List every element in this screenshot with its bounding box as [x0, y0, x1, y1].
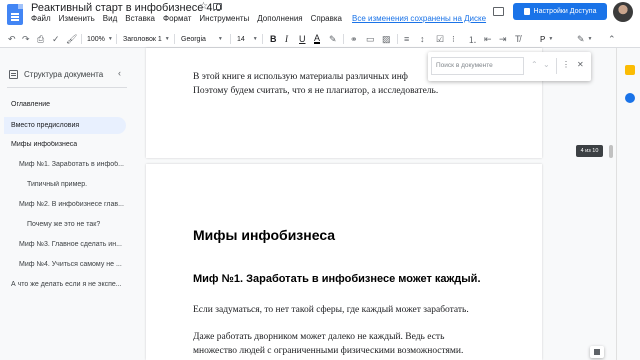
spellcheck-icon[interactable]: ✓	[52, 33, 60, 45]
keep-icon[interactable]	[625, 65, 635, 75]
chevron-down-icon: ▼	[217, 36, 223, 42]
style-select[interactable]: Заголовок 1 ▼	[123, 33, 170, 45]
outline-header: Структура документа	[9, 70, 103, 79]
chevron-down-icon: ▼	[252, 36, 258, 42]
highlight-icon[interactable]: ✎	[329, 33, 337, 45]
find-dialog: Поиск в документе ⌃ ⌄ ⋮ ✕	[428, 52, 591, 81]
input-tools-select[interactable]: Р ▼	[540, 33, 553, 45]
clear-format-icon[interactable]: T̸	[515, 33, 521, 45]
redo-icon[interactable]: ↷	[22, 33, 30, 45]
edit-mode-icon[interactable]: ✎ ▼	[577, 33, 593, 45]
heading-2: Миф №1. Заработать в инфобизнесе может к…	[193, 273, 481, 285]
print-icon[interactable]: ⎙	[37, 33, 44, 45]
collapse-toolbar-icon[interactable]: ⌃	[608, 33, 616, 45]
share-button[interactable]: Настройки Доступа	[513, 3, 607, 20]
heading-1: Мифы инфобизнеса	[193, 227, 336, 243]
chevron-down-icon: ▼	[548, 36, 554, 42]
zoom-select[interactable]: 100% ▼	[87, 33, 113, 45]
menu-bar: Файл Изменить Вид Вставка Формат Инструм…	[31, 14, 494, 26]
chevron-down-icon: ▼	[107, 36, 113, 42]
menu-addons[interactable]: Дополнения	[257, 14, 302, 26]
indent-more-icon[interactable]: ⇥	[499, 33, 507, 45]
paragraph: Если задуматься, то нет такой сферы, где…	[193, 305, 469, 315]
outline-item[interactable]: Типичный пример.	[27, 181, 125, 188]
outline-item[interactable]: Почему же это не так?	[27, 221, 125, 228]
line-spacing-icon[interactable]: ↕	[420, 33, 425, 45]
menu-format[interactable]: Формат	[163, 14, 191, 26]
menu-view[interactable]: Вид	[103, 14, 117, 26]
checklist-icon[interactable]: ☑	[436, 33, 444, 45]
explore-icon[interactable]	[590, 346, 604, 358]
comment-icon[interactable]: ▭	[366, 33, 375, 45]
find-input[interactable]: Поиск в документе	[431, 57, 524, 75]
share-button-label: Настройки Доступа	[533, 8, 597, 15]
text-color-icon[interactable]: A	[314, 33, 321, 44]
underline-icon[interactable]: U	[299, 33, 306, 45]
bullets-icon[interactable]: ⁝	[452, 33, 455, 45]
find-previous-icon[interactable]: ⌃	[531, 60, 538, 69]
italic-icon[interactable]: I	[285, 33, 288, 45]
outline-item-active[interactable]: Вместо предисловия	[4, 117, 126, 134]
outline-item[interactable]: Миф №4. Учиться самому не ...	[19, 261, 125, 268]
document-outline-panel: Структура документа ‹ Оглавление Вместо …	[0, 48, 134, 360]
undo-icon[interactable]: ↶	[8, 33, 16, 45]
menu-tools[interactable]: Инструменты	[199, 14, 249, 26]
chevron-down-icon: ▼	[164, 36, 170, 42]
menu-file[interactable]: Файл	[31, 14, 51, 26]
image-icon[interactable]: ▨	[382, 33, 391, 45]
avatar[interactable]	[613, 2, 633, 22]
outline-item[interactable]: Миф №3. Главное сделать ин...	[19, 241, 125, 248]
more-options-icon[interactable]: ⋮	[562, 60, 570, 69]
paragraph-line: Поэтому будем считать, что я не плагиато…	[193, 86, 439, 96]
find-next-icon[interactable]: ⌄	[543, 60, 550, 69]
font-size-select[interactable]: 14 ▼	[237, 33, 258, 45]
menu-edit[interactable]: Изменить	[59, 14, 95, 26]
align-icon[interactable]: ≡	[404, 33, 409, 45]
document-title[interactable]: Реактивный старт в инфобизнесе 4.0	[31, 2, 222, 14]
outline-item[interactable]: Мифы инфобизнеса	[11, 141, 77, 148]
outline-item[interactable]: Миф №1. Заработать в инфоб...	[19, 161, 125, 168]
document-page[interactable]: Мифы инфобизнеса Миф №1. Заработать в ин…	[146, 164, 542, 360]
page-indicator: 4 из 10	[576, 145, 603, 157]
numbering-icon[interactable]: ⒈	[468, 33, 477, 45]
comment-history-icon[interactable]	[493, 7, 504, 16]
close-outline-icon[interactable]: ‹	[118, 68, 121, 78]
outline-item[interactable]: А что же делать если я не экспе...	[11, 281, 125, 288]
lock-icon	[523, 8, 530, 15]
star-icon[interactable]: ☆	[199, 1, 208, 12]
indent-less-icon[interactable]: ⇤	[484, 33, 492, 45]
font-select[interactable]: Georgia ▼	[181, 33, 223, 45]
outline-item[interactable]: Оглавление	[11, 101, 50, 108]
paint-format-icon[interactable]: 🖌	[66, 33, 77, 45]
side-panel	[616, 48, 640, 360]
docs-logo-icon[interactable]	[7, 4, 23, 25]
paragraph-line: В этой книге я использую материалы разли…	[193, 72, 408, 82]
paragraph-line: множество людей с ограниченными физическ…	[193, 346, 464, 356]
saved-status-link[interactable]: Все изменения сохранены на Диске	[352, 14, 486, 26]
tasks-icon[interactable]	[625, 93, 635, 103]
outline-icon	[9, 70, 18, 79]
move-folder-icon[interactable]	[213, 3, 222, 10]
bold-icon[interactable]: B	[270, 33, 277, 45]
menu-insert[interactable]: Вставка	[125, 14, 155, 26]
paragraph-line: Даже работать дворником может далеко не …	[193, 332, 445, 342]
close-icon[interactable]: ✕	[577, 60, 584, 69]
menu-help[interactable]: Справка	[311, 14, 342, 26]
outline-item[interactable]: Миф №2. В инфобизнесе глав...	[19, 201, 125, 208]
link-icon[interactable]: ⚭	[350, 33, 358, 45]
toolbar: ↶ ↷ ⎙ ✓ 🖌 100% ▼ Заголовок 1 ▼ Georgia ▼ 14…	[0, 30, 640, 48]
chevron-down-icon: ▼	[587, 36, 593, 42]
outline-title: Структура документа	[24, 70, 104, 79]
scrollbar-thumb[interactable]	[609, 145, 613, 158]
title-bar: Реактивный старт в инфобизнесе 4.0 ☆ Фай…	[0, 0, 640, 30]
